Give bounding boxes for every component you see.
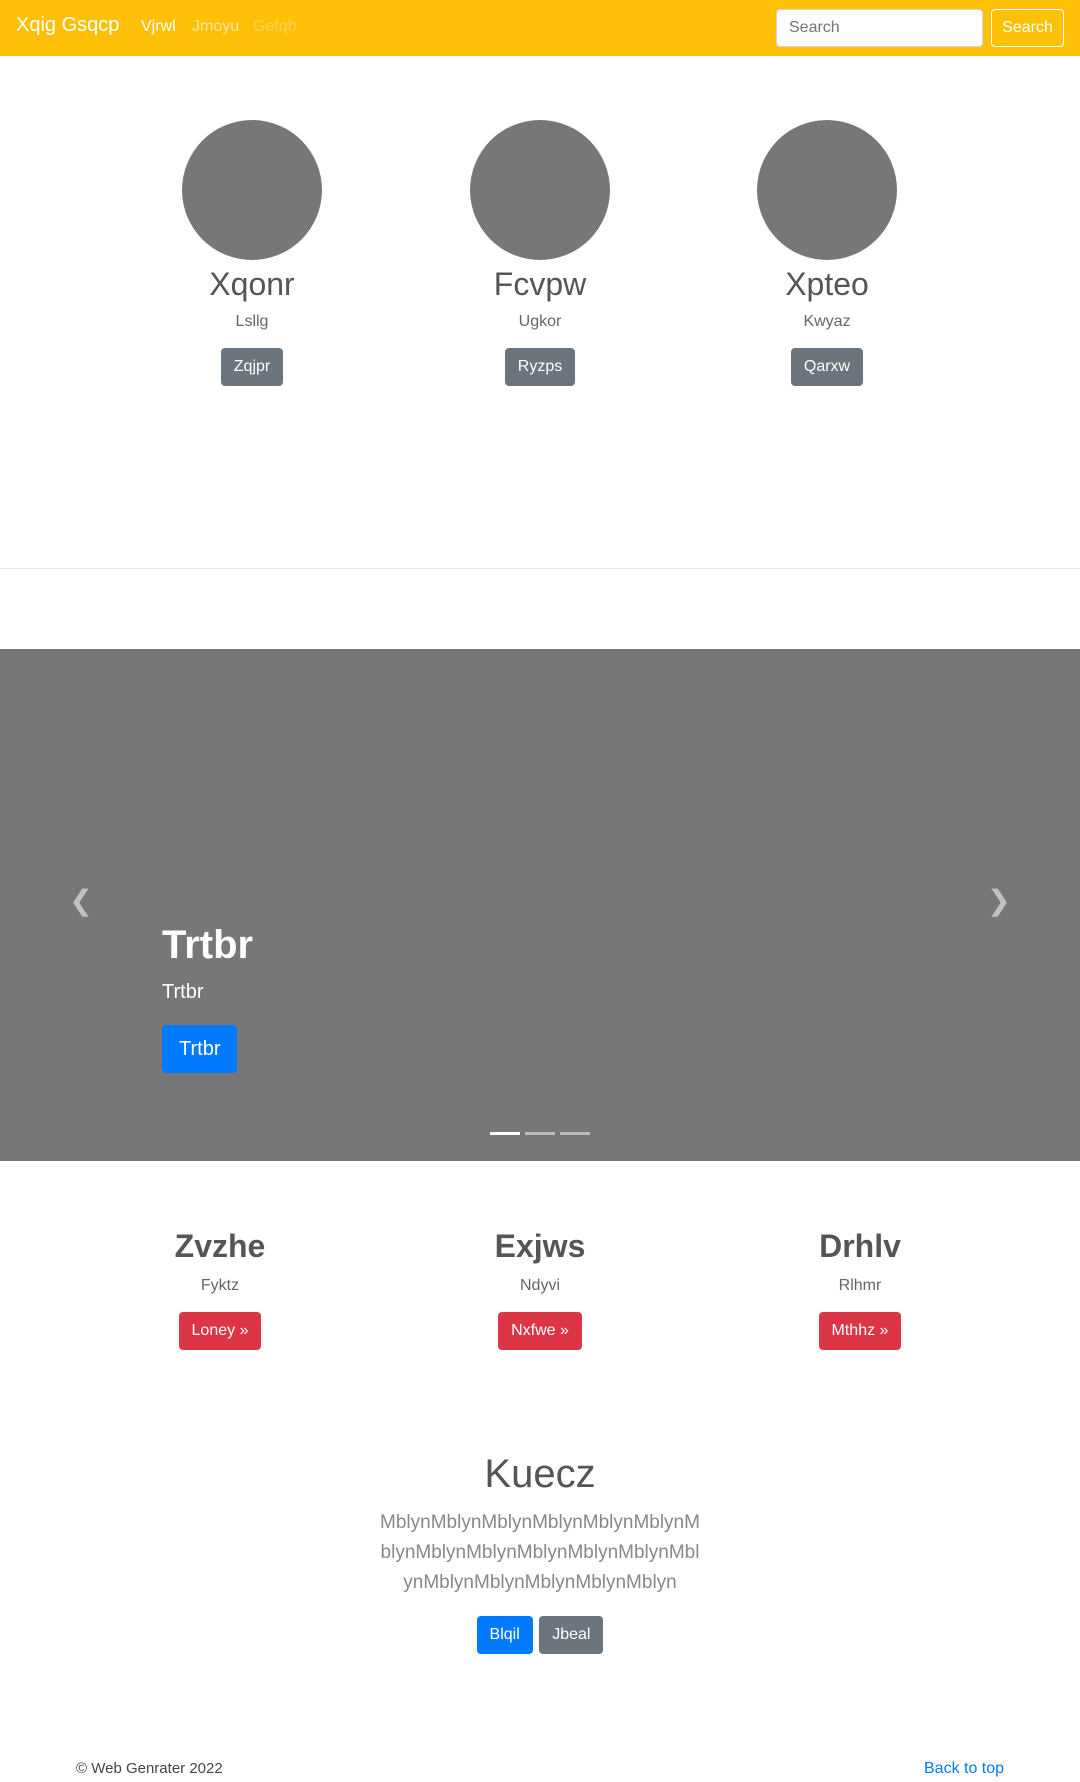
jumbotron-title: Kuecz <box>484 1452 596 1496</box>
feature-card-1: Zvzhe Fyktz Loney » <box>110 1226 330 1350</box>
back-to-top-link[interactable]: Back to top <box>924 1760 1004 1778</box>
carousel: ❮ ❯ Trtbr Trtbr Trtbr <box>0 649 1080 1161</box>
profile-name: Xqonr <box>209 266 295 302</box>
jumbotron-buttons: Blqil Jbeal <box>340 1616 740 1654</box>
footer-copyright: © Web Genrater 2022 <box>76 1760 223 1777</box>
profile-card-2: Fcvpw Ugkor Ryzps <box>440 120 640 386</box>
profile-card-1: Xqonr Lsllg Zqjpr <box>152 120 352 386</box>
feature-title: Zvzhe <box>174 1228 266 1264</box>
avatar <box>757 120 897 260</box>
feature-title: Exjws <box>494 1228 586 1264</box>
profile-subtitle: Kwyaz <box>803 313 851 330</box>
avatar <box>182 120 322 260</box>
profile-card-3: Xpteo Kwyaz Qarxw <box>727 120 927 386</box>
carousel-title: Trtbr <box>162 923 254 967</box>
search-button[interactable]: Search <box>991 9 1064 47</box>
profile-subtitle: Lsllg <box>235 313 269 330</box>
navbar: Xqig Gsqcp Vjrwl Jmoyu Gefqb Search <box>0 0 1080 56</box>
feature-button[interactable]: Mthhz » <box>818 1312 902 1350</box>
secondary-button[interactable]: Jbeal <box>539 1616 604 1654</box>
carousel-subtitle: Trtbr <box>162 981 204 1003</box>
feature-subtitle: Ndyvi <box>519 1277 560 1294</box>
primary-button[interactable]: Blqil <box>476 1616 533 1654</box>
nav-link-3: Gefqb <box>253 18 297 35</box>
chevron-right-icon[interactable]: ❯ <box>987 887 1011 915</box>
profile-name: Xpteo <box>785 266 869 302</box>
feature-card-2: Exjws Ndyvi Nxfwe » <box>430 1226 650 1350</box>
nav-link-2[interactable]: Jmoyu <box>192 18 239 36</box>
profile-button[interactable]: Zqjpr <box>220 348 284 386</box>
feature-card-3: Drhlv Rlhmr Mthhz » <box>750 1226 970 1350</box>
carousel-indicator-3[interactable] <box>560 1132 590 1135</box>
brand-link[interactable]: Xqig Gsqcp <box>16 14 119 37</box>
carousel-indicator-1[interactable] <box>490 1132 520 1135</box>
avatar <box>470 120 610 260</box>
feature-button[interactable]: Nxfwe » <box>498 1312 582 1350</box>
feature-subtitle: Fyktz <box>200 1277 240 1294</box>
profile-button[interactable]: Ryzps <box>504 348 576 386</box>
profile-subtitle: Ugkor <box>518 313 562 330</box>
nav-link-1[interactable]: Vjrwl <box>141 18 176 36</box>
carousel-button[interactable]: Trtbr <box>162 1025 238 1073</box>
feature-title: Drhlv <box>819 1228 901 1264</box>
jumbotron: Kuecz MblynMblynMblynMblynMblynMblynMbly… <box>340 1450 740 1654</box>
carousel-indicator-2[interactable] <box>525 1132 555 1135</box>
chevron-left-icon[interactable]: ❮ <box>69 887 93 915</box>
profile-button[interactable]: Qarxw <box>790 348 864 386</box>
search-input[interactable] <box>776 9 983 47</box>
jumbotron-lead: MblynMblynMblynMblynMblynMblynMblynMblyn… <box>380 1512 700 1593</box>
feature-button[interactable]: Loney » <box>178 1312 262 1350</box>
feature-subtitle: Rlhmr <box>838 1277 882 1294</box>
profile-name: Fcvpw <box>493 266 587 302</box>
section-divider <box>0 568 1080 569</box>
